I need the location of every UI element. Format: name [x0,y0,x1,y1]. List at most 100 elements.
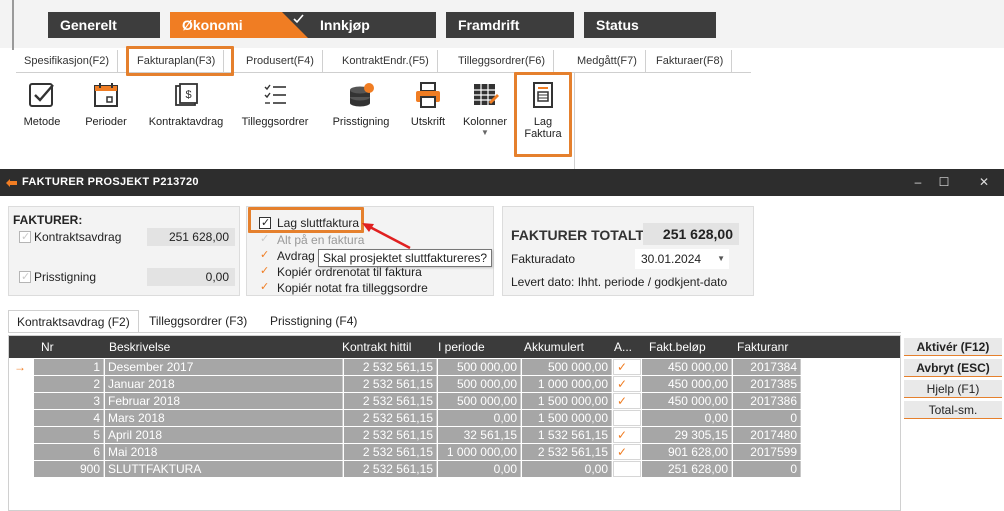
hjelp-button[interactable]: Hjelp (F1) [904,380,1002,398]
grid-tab-tilleggsordrer[interactable]: Tilleggsordrer (F3) [141,310,255,332]
module-tab-innkjop[interactable]: Innkjøp [308,12,436,38]
chevron-down-icon: ▼ [717,254,725,263]
tool-kolonner[interactable]: Kolonner ▼ [458,80,512,137]
aktiver-button[interactable]: Aktivér (F12) [904,338,1002,356]
activate-checkbox[interactable]: ✓ [613,376,641,392]
divider [8,332,901,333]
tool-perioder[interactable]: Perioder [79,80,133,128]
column-header[interactable]: Beskrivelse [109,340,170,354]
table-cell: 500 000,00 [522,359,612,375]
column-header[interactable]: Nr [41,340,54,354]
current-row-arrow-icon: → [14,360,26,374]
avdrag-og-checkbox[interactable]: ✓ [259,249,271,262]
column-header[interactable]: I periode [438,340,485,354]
table-row[interactable]: 2 Januar 2018 2 532 561,15 500 000,00 1 000 … [34,376,809,392]
table-cell: 450 000,00 [642,393,732,409]
tool-label: Perioder [85,116,127,128]
column-header[interactable]: Kontrakt hittil [342,340,411,354]
kontraktsavdrag-checkbox[interactable]: ✓ [19,231,31,243]
tab-medgatt[interactable]: Medgått(F7) [569,50,646,72]
table-row[interactable]: 6 Mai 2018 2 532 561,15 1 000 000,00 2 532 5… [34,444,809,460]
table-cell: Januar 2018 [105,376,343,392]
checkbox-icon [29,83,54,107]
table-row[interactable]: 3 Februar 2018 2 532 561,15 500 000,00 1 500… [34,393,809,409]
table-cell: 450 000,00 [642,359,732,375]
column-header[interactable]: Akkumulert [524,340,584,354]
module-tab-generelt[interactable]: Generelt [48,12,160,38]
check-icon: ✓ [617,394,628,408]
table-cell: April 2018 [105,427,343,443]
table-cell: 32 561,15 [438,427,521,443]
maximize-button[interactable]: ☐ [932,173,956,191]
table-cell: 2 532 561,15 [344,393,437,409]
table-row[interactable]: 4 Mars 2018 2 532 561,15 0,00 1 500 000,00 0,… [34,410,809,426]
table-cell: Mai 2018 [105,444,343,460]
activate-checkbox[interactable] [613,410,641,426]
table-row[interactable]: 5 April 2018 2 532 561,15 32 561,15 1 532 56… [34,427,809,443]
table-cell: 3 [34,393,104,409]
table-cell: 0,00 [522,461,612,477]
tool-label: Metode [23,116,61,128]
prisstigning-checkbox[interactable]: ✓ [19,271,31,283]
tab-kontraktendr[interactable]: KontraktEndr.(F5) [334,50,438,72]
column-header[interactable]: Fakt.beløp [649,340,706,354]
activate-checkbox[interactable] [613,461,641,477]
check-icon: ✓ [617,445,628,459]
minimize-button[interactable]: – [906,173,930,191]
table-cell: 6 [34,444,104,460]
check-corner-icon [282,12,308,38]
fakturadato-field[interactable]: 30.01.2024 ▼ [635,249,729,269]
module-tab-okonomi[interactable]: Økonomi [170,12,308,38]
grid-tab-prisstigning[interactable]: Prisstigning (F4) [262,310,365,332]
kopier-notat-checkbox[interactable]: ✓ [259,281,271,294]
highlight-fakturaplan [126,46,234,76]
columns-icon [474,84,499,105]
arrow-annotation-icon [362,223,411,250]
table-cell: 1 500 000,00 [522,410,612,426]
module-tab-status[interactable]: Status [584,12,716,38]
tab-spesifikasjon[interactable]: Spesifikasjon(F2) [16,50,118,72]
table-row[interactable]: → 1 Desember 2017 2 532 561,15 500 000,00 500… [14,359,809,375]
total-label: FAKTURER TOTALT: [511,227,648,243]
table-cell: 2 532 561,15 [344,376,437,392]
tool-tilleggsordrer[interactable]: Tilleggsordrer [236,80,314,128]
tab-produsert[interactable]: Produsert(F4) [238,50,323,72]
tool-kontraktavdrag[interactable]: $ Kontraktavdrag [142,80,230,128]
table-row[interactable]: 900 SLUTTFAKTURA 2 532 561,15 0,00 0,00 251 6… [34,461,809,477]
activate-checkbox[interactable]: ✓ [613,359,641,375]
activate-checkbox[interactable]: ✓ [613,393,641,409]
module-tab-label: Økonomi [182,17,243,33]
grid-tab-kontraktsavdrag[interactable]: Kontraktsavdrag (F2) [8,310,139,332]
highlight-lag-sluttfaktura [248,207,364,233]
tool-label: Kontraktavdrag [148,116,224,128]
list-icon [264,84,286,104]
table-cell: 2 532 561,15 [344,427,437,443]
activate-checkbox[interactable]: ✓ [613,444,641,460]
table-cell: 1 000 000,00 [438,444,521,460]
svg-text:$: $ [185,89,191,101]
table-cell: 2 532 561,15 [344,410,437,426]
column-header[interactable]: Fakturanr [737,340,788,354]
coins-icon [350,83,374,107]
column-header[interactable]: A... [614,340,632,354]
fakturer-panel: FAKTURER: ✓ Kontraktsavdrag 251 628,00 ✓… [8,206,240,296]
tool-utskrift[interactable]: Utskrift [404,80,452,128]
activate-checkbox[interactable]: ✓ [613,427,641,443]
close-button[interactable]: ✕ [972,173,996,191]
total-sm-button[interactable]: Total-sm. [904,401,1002,419]
kopier-ordrenotat-checkbox[interactable]: ✓ [259,265,271,278]
table-cell: 500 000,00 [438,359,521,375]
tab-tilleggsordrer[interactable]: Tilleggsordrer(F6) [450,50,555,72]
tool-metode[interactable]: Metode [17,80,67,128]
tool-prisstigning[interactable]: Prisstigning [326,80,396,128]
table-cell: 500 000,00 [438,393,521,409]
table-cell: 0,00 [438,410,521,426]
highlight-lag-faktura [514,72,572,157]
module-tab-framdrift[interactable]: Framdrift [446,12,574,38]
alt-pa-en-checkbox[interactable]: ✓ [259,233,271,246]
calendar-icon [94,83,118,107]
table-cell: 900 [34,461,104,477]
avbryt-button[interactable]: Avbryt (ESC) [904,359,1002,377]
tab-fakturaer[interactable]: Fakturaer(F8) [648,50,733,72]
table-cell: 2 532 561,15 [344,461,437,477]
